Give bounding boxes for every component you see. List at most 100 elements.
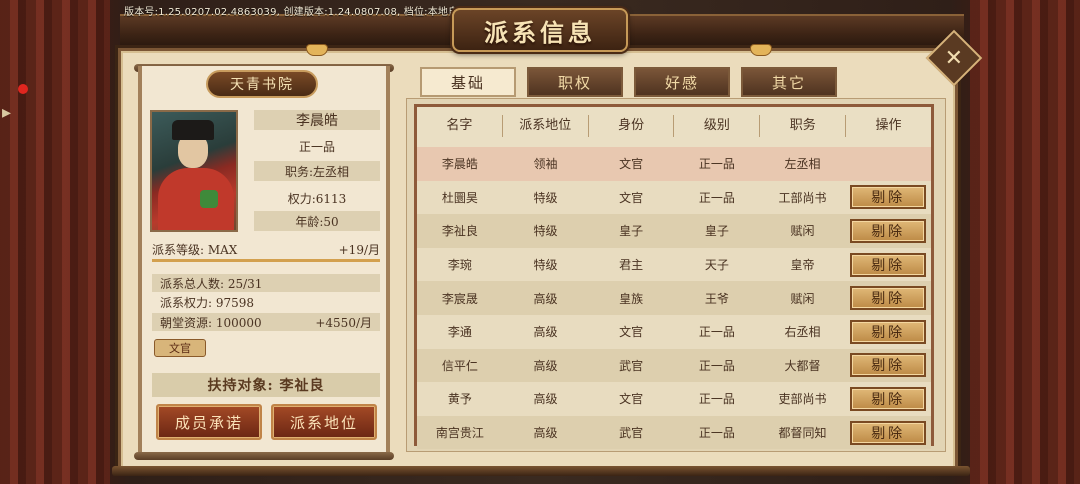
member-action-cell: 剔除 (845, 420, 931, 445)
faction-level-gain: +19/月 (338, 243, 380, 257)
header-action: 操作 (875, 118, 902, 133)
table-body: 李晨皓 领袖 文官 正一品 左丞相 杜圜昊 特级 文官 正一品 工部尚书 剔除 李祉良 特级 皇子 皇子 赋闲… (417, 147, 931, 450)
house-name: 天青书院 (230, 77, 294, 93)
table-header: 名字 派系地位 身份 级别 职务 操作 (417, 107, 931, 145)
member-status: 高级 (533, 392, 558, 407)
remove-member-button[interactable]: 剔除 (850, 386, 927, 411)
member-name: 杜圜昊 (441, 190, 478, 205)
version-text: 版本号:1.25.0207.02.4863039, 创建版本:1.24.0807… (124, 7, 479, 18)
member-status: 特级 (533, 224, 558, 239)
support-target: 扶持对象: 李祉良 (152, 373, 380, 397)
faction-level: 派系等级: MAX (152, 243, 238, 257)
table-row[interactable]: 黄予 高级 文官 正一品 吏部尚书 剔除 (417, 382, 931, 416)
member-post: 大都督 (784, 358, 821, 373)
total-members-row: 派系总人数: 25/31 (152, 274, 380, 292)
member-action-cell: 剔除 (845, 252, 931, 277)
member-post: 都督同知 (778, 426, 827, 441)
member-name: 信平仁 (441, 358, 478, 373)
tab-favor[interactable]: 好感 (634, 67, 730, 97)
remove-member-button[interactable]: 剔除 (850, 420, 927, 445)
member-post: 左丞相 (784, 157, 821, 172)
member-name: 李宸晟 (441, 291, 478, 306)
member-action-cell: 剔除 (845, 319, 931, 344)
table-row[interactable]: 李通 高级 文官 正一品 右丞相 剔除 (417, 314, 931, 349)
leader-power: 权力:6113 (287, 192, 347, 206)
member-grade: 正一品 (698, 392, 735, 407)
table-row[interactable]: 信平仁 高级 武官 正一品 大都督 剔除 (417, 348, 931, 383)
member-identity: 文官 (619, 325, 644, 340)
member-grade: 正一品 (698, 190, 735, 205)
title-plate: 派系信息 (452, 8, 628, 52)
table-row[interactable]: 李祉良 特级 皇子 皇子 赋闲 剔除 (417, 214, 931, 248)
member-grade: 正一品 (698, 426, 735, 441)
member-status: 领袖 (533, 157, 558, 172)
faction-level-row: 派系等级: MAX +19/月 (152, 241, 380, 258)
member-action-cell: 剔除 (845, 185, 931, 210)
member-name: 李琬 (447, 258, 472, 273)
member-action-cell: 剔除 (845, 218, 931, 243)
header-faction-status: 派系地位 (503, 115, 589, 137)
member-identity: 皇子 (619, 224, 644, 239)
member-grade: 皇子 (704, 224, 729, 239)
member-identity: 文官 (619, 157, 644, 172)
tab-other[interactable]: 其它 (741, 67, 837, 97)
member-name: 李通 (447, 325, 472, 340)
leader-portrait[interactable] (150, 110, 238, 232)
member-name: 南宫贵江 (435, 426, 484, 441)
tab-authority[interactable]: 职权 (527, 67, 623, 97)
member-action-cell: 剔除 (845, 386, 931, 411)
member-status: 特级 (533, 190, 558, 205)
remove-member-button[interactable]: 剔除 (850, 252, 927, 277)
table-row[interactable]: 杜圜昊 特级 文官 正一品 工部尚书 剔除 (417, 180, 931, 215)
member-grade: 天子 (704, 258, 729, 273)
remove-member-button[interactable]: 剔除 (850, 319, 927, 344)
member-grade: 正一品 (698, 157, 735, 172)
remove-member-button[interactable]: 剔除 (850, 286, 927, 311)
remove-member-button[interactable]: 剔除 (850, 353, 927, 378)
member-identity: 武官 (619, 426, 644, 441)
faction-status-button[interactable]: 派系地位 (271, 404, 377, 440)
member-grade: 王爷 (704, 291, 729, 306)
table-row[interactable]: 李晨皓 领袖 文官 正一品 左丞相 (417, 147, 931, 181)
member-name: 李祉良 (441, 224, 478, 239)
remove-member-button[interactable]: 剔除 (850, 185, 927, 210)
member-post: 吏部尚书 (778, 392, 827, 407)
member-action-cell: 剔除 (845, 353, 931, 378)
member-identity: 武官 (619, 358, 644, 373)
member-pledge-button[interactable]: 成员承诺 (156, 404, 262, 440)
side-expand-arrow-icon[interactable]: ▸ (2, 102, 11, 123)
header-name: 名字 (417, 115, 503, 137)
close-icon: ✕ (944, 45, 964, 71)
left-curtain (0, 0, 110, 484)
page-title: 派系信息 (484, 17, 596, 47)
remove-member-button[interactable]: 剔除 (850, 218, 927, 243)
court-resource-gain: +4550/月 (315, 315, 372, 330)
leader-post: 职务:左丞相 (254, 161, 380, 181)
member-table: 名字 派系地位 身份 级别 职务 操作 李晨皓 领袖 文官 正一品 左丞相 杜圜昊 特级 文官… (414, 104, 934, 450)
member-status: 高级 (533, 325, 558, 340)
leader-rank: 正一品 (298, 140, 335, 154)
member-post: 赋闲 (790, 224, 815, 239)
header-post: 职务 (760, 115, 847, 137)
house-plate: 天青书院 (206, 70, 318, 98)
level-progress-bar (152, 259, 380, 262)
leader-name: 李晨皓 (254, 110, 380, 130)
notification-dot (18, 84, 28, 94)
total-members: 派系总人数: 25/31 (160, 276, 263, 291)
member-action-cell: 剔除 (845, 286, 931, 311)
member-status: 高级 (533, 426, 558, 441)
member-post: 右丞相 (784, 325, 821, 340)
right-curtain (970, 0, 1080, 484)
tab-basic[interactable]: 基础 (420, 67, 516, 97)
leader-age: 年龄:50 (254, 211, 380, 231)
table-row[interactable]: 李宸晟 高级 皇族 王爷 赋闲 剔除 (417, 281, 931, 315)
table-row[interactable]: 南宫贵江 高级 武官 正一品 都督同知 剔除 (417, 415, 931, 450)
faction-type-tag[interactable]: 文官 (154, 339, 206, 357)
header-identity: 身份 (589, 115, 675, 137)
member-post: 皇帝 (790, 258, 815, 273)
member-status: 特级 (533, 258, 558, 273)
member-name: 黄予 (447, 392, 472, 407)
member-status: 高级 (533, 358, 558, 373)
table-row[interactable]: 李琬 特级 君主 天子 皇帝 剔除 (417, 247, 931, 282)
member-name: 李晨皓 (441, 157, 478, 172)
